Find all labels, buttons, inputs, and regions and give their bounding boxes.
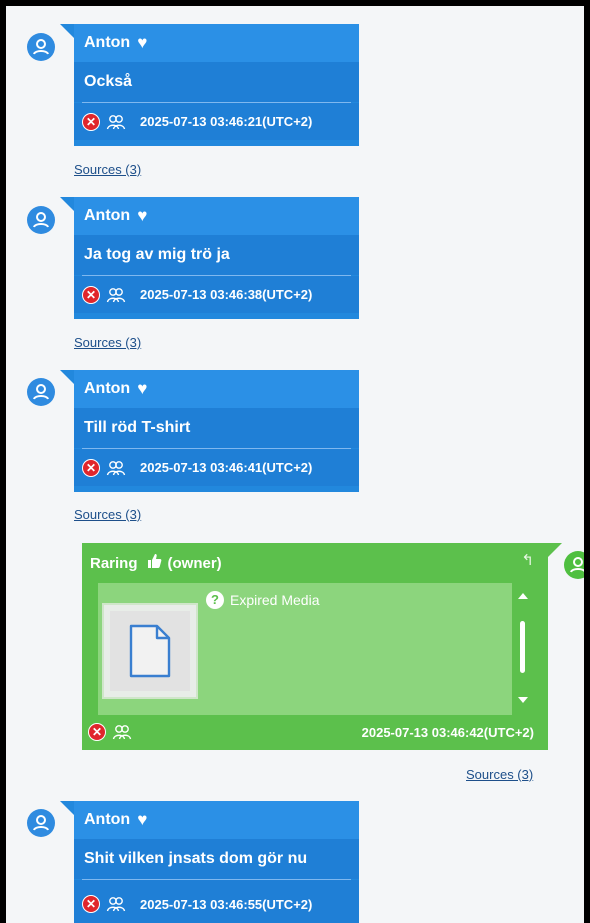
question-icon: ? <box>206 591 224 609</box>
people-icon[interactable] <box>106 894 126 914</box>
delete-icon[interactable]: ✕ <box>82 895 100 913</box>
scroll-up-arrow[interactable] <box>518 593 528 599</box>
delete-icon[interactable]: ✕ <box>82 285 100 304</box>
owner-avatar-icon[interactable] <box>564 551 584 579</box>
media-thumbnail[interactable] <box>102 603 198 699</box>
chat-view: Anton ♥ Också ✕ 2025-07-13 03:46:21(UTC+2… <box>0 0 590 923</box>
delete-icon[interactable]: ✕ <box>82 112 100 131</box>
heart-icon: ♥ <box>137 206 148 225</box>
message-bubble[interactable]: Anton ♥ Shit vilken jnsats dom gör nu ✕ 2… <box>60 801 359 923</box>
scroll-down-arrow[interactable] <box>518 697 528 703</box>
media-attachment[interactable]: ? Expired Media <box>98 583 512 715</box>
heart-icon: ♥ <box>137 810 148 829</box>
avatar-icon[interactable] <box>27 33 55 61</box>
sources-link[interactable]: Sources (3) <box>74 507 141 522</box>
author-name: Anton <box>84 34 131 51</box>
owner-author-name: Raring <box>90 554 138 572</box>
owner-role: (owner) <box>167 554 222 572</box>
thumbs-up-icon <box>146 553 162 573</box>
sources-link[interactable]: Sources (3) <box>74 335 141 350</box>
sources-link[interactable]: Sources (3) <box>466 767 533 782</box>
avatar-icon[interactable] <box>27 378 55 406</box>
timestamp: 2025-07-13 03:46:42(UTC+2) <box>361 724 534 740</box>
timestamp: 2025-07-13 03:46:41(UTC+2) <box>140 460 313 475</box>
timestamp: 2025-07-13 03:46:38(UTC+2) <box>140 287 313 302</box>
heart-icon: ♥ <box>137 33 148 52</box>
people-icon[interactable] <box>106 285 126 305</box>
message-text: Till röd T-shirt <box>74 408 359 448</box>
scrollbar[interactable] <box>512 583 534 715</box>
author-name: Anton <box>84 811 131 828</box>
people-icon[interactable] <box>106 112 126 132</box>
delete-icon[interactable]: ✕ <box>88 723 106 741</box>
message-bubble[interactable]: Anton ♥ Till röd T-shirt ✕ 2025-07-13 03:… <box>60 370 359 492</box>
people-icon[interactable] <box>106 458 126 478</box>
media-status: Expired Media <box>230 592 320 608</box>
heart-icon: ♥ <box>137 379 148 398</box>
timestamp: 2025-07-13 03:46:55(UTC+2) <box>140 896 313 912</box>
delete-icon[interactable]: ✕ <box>82 458 100 477</box>
file-icon <box>129 624 171 678</box>
sources-link[interactable]: Sources (3) <box>74 162 141 177</box>
message-bubble[interactable]: Anton ♥ Ja tog av mig trö ja ✕ 2025-07-13… <box>60 197 359 319</box>
scroll-thumb[interactable] <box>520 621 525 673</box>
message-text: Också <box>74 62 359 102</box>
people-icon[interactable] <box>112 722 132 742</box>
avatar-icon[interactable] <box>27 809 55 837</box>
avatar-icon[interactable] <box>27 206 55 234</box>
timestamp: 2025-07-13 03:46:21(UTC+2) <box>140 114 313 129</box>
owner-message-bubble[interactable]: Raring (owner) ↰ ? Expired Media ✕ 2025-… <box>82 543 562 750</box>
author-name: Anton <box>84 380 131 397</box>
message-text: Shit vilken jnsats dom gör nu <box>74 839 359 879</box>
message-text: Ja tog av mig trö ja <box>74 235 359 275</box>
author-name: Anton <box>84 207 131 224</box>
reply-icon[interactable]: ↰ <box>521 551 534 569</box>
message-bubble[interactable]: Anton ♥ Också ✕ 2025-07-13 03:46:21(UTC+2… <box>60 24 359 146</box>
